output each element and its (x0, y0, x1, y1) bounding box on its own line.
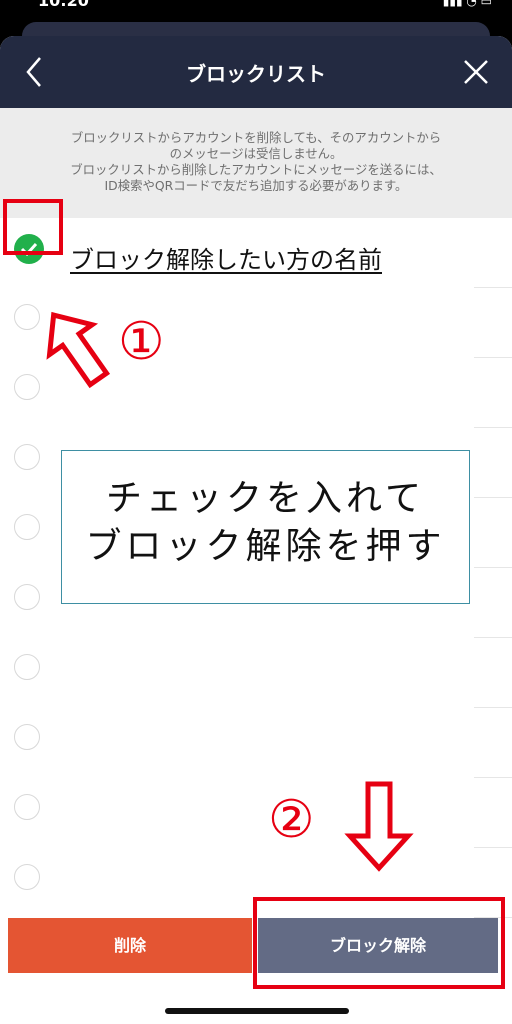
checkbox[interactable] (14, 584, 40, 610)
info-line: ブロックリストからアカウントを削除しても、そのアカウントから (70, 130, 442, 145)
arrow-up-icon (46, 311, 111, 389)
checkbox[interactable] (14, 654, 40, 680)
highlight-box-unblock (253, 897, 505, 989)
info-line: のメッセージは受信しません。 (169, 146, 343, 161)
header-bar: ブロックリスト (0, 36, 512, 108)
info-line: ID検索やQRコードで友だち追加する必要があります。 (104, 178, 408, 193)
step-number-2: ② (268, 790, 315, 850)
close-button[interactable] (460, 56, 492, 88)
step-number-1: ① (118, 312, 165, 372)
delete-button[interactable]: 削除 (8, 918, 252, 973)
checkbox[interactable] (14, 794, 40, 820)
instruction-callout: チェックを入れて ブロック解除を押す (61, 450, 470, 604)
checkbox[interactable] (14, 724, 40, 750)
checkbox[interactable] (14, 304, 40, 330)
status-time: 10:20 (38, 0, 89, 10)
list-item[interactable] (0, 638, 512, 708)
list-item[interactable]: ブロック解除したい方の名前 (0, 218, 512, 288)
account-name: ブロック解除したい方の名前 (70, 246, 382, 274)
page-title: ブロックリスト (186, 62, 326, 86)
arrow-down-icon (344, 781, 414, 872)
callout-line: チェックを入れて (106, 478, 425, 519)
status-icons: ▮▮▮ ◔ ▭ (442, 0, 492, 8)
checkbox[interactable] (14, 864, 40, 890)
callout-line: ブロック解除を押す (85, 526, 446, 567)
list-item[interactable] (0, 778, 512, 848)
status-bar: 10:20 ▮▮▮ ◔ ▭ (0, 0, 512, 20)
close-icon (464, 60, 488, 84)
blocklist-info: ブロックリストからアカウントを削除しても、そのアカウントから のメッセージは受信… (0, 108, 512, 218)
info-line: ブロックリストから削除したアカウントにメッセージを送るには、 (70, 162, 442, 177)
list-item[interactable] (0, 708, 512, 778)
checkbox[interactable] (14, 514, 40, 540)
checkbox[interactable] (14, 444, 40, 470)
highlight-box-checkbox (3, 199, 63, 255)
home-indicator (165, 1008, 349, 1014)
checkbox[interactable] (14, 374, 40, 400)
